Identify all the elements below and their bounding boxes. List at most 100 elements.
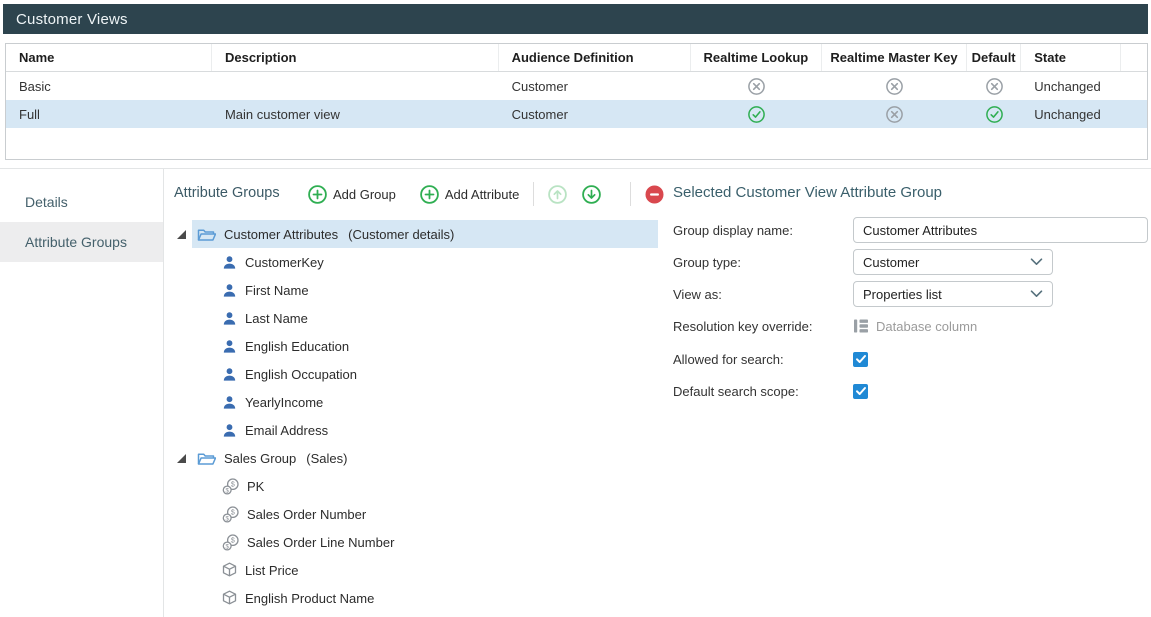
tree-group-sales-group[interactable]: Sales Group (Sales) [163, 444, 662, 472]
tree-item-label: List Price [245, 563, 298, 578]
tree-item-attribute[interactable]: PK [163, 472, 662, 500]
tree-expander-icon[interactable] [177, 454, 186, 463]
coins-icon [222, 478, 239, 495]
x-circle-icon [748, 78, 765, 95]
form-row-view-as: View as: Properties list [673, 281, 1053, 307]
tree-item-attribute[interactable]: First Name [163, 276, 662, 304]
resolution-key-override-value: Database column [876, 319, 977, 334]
tab-label: Details [25, 194, 68, 210]
tree-item-label: PK [247, 479, 264, 494]
plus-circle-icon [420, 185, 439, 204]
tree-group-label: Customer Attributes [224, 227, 338, 242]
column-header-filler [1121, 44, 1147, 71]
column-header-default[interactable]: Default [967, 44, 1021, 71]
check-circle-icon [986, 106, 1003, 123]
horizontal-divider [0, 168, 1151, 169]
x-circle-icon [886, 106, 903, 123]
tree-item-attribute[interactable]: Sales Order Number [163, 500, 662, 528]
x-circle-icon [886, 78, 903, 95]
tree-item-label: Last Name [245, 311, 308, 326]
column-header-realtime-lookup[interactable]: Realtime Lookup [691, 44, 822, 71]
tree-group-customer-attributes[interactable]: Customer Attributes (Customer details) [163, 220, 662, 248]
tree-group-suffix: (Customer details) [348, 227, 454, 242]
tree-item-label: English Product Name [245, 591, 374, 606]
tree-item-label: English Occupation [245, 367, 357, 382]
tree-item-label: Email Address [245, 423, 328, 438]
checkmark-icon [855, 353, 867, 365]
add-attribute-label: Add Attribute [445, 187, 519, 202]
tree-item-attribute[interactable]: Email Address [163, 416, 662, 444]
person-icon [222, 339, 237, 354]
cell-audience-definition: Customer [499, 72, 691, 100]
tree-group-suffix: (Sales) [306, 451, 347, 466]
cell-description: Main customer view [212, 100, 499, 128]
column-header-state[interactable]: State [1021, 44, 1121, 71]
view-as-dropdown[interactable]: Properties list [853, 281, 1053, 307]
allowed-for-search-checkbox[interactable] [853, 352, 868, 367]
table-row-basic[interactable]: Basic Customer Unchanged [6, 72, 1147, 100]
cell-state: Unchanged [1021, 100, 1121, 128]
group-type-dropdown[interactable]: Customer [853, 249, 1053, 275]
person-icon [222, 255, 237, 270]
tree-item-attribute[interactable]: CustomerKey [163, 248, 662, 276]
form-row-default-search-scope: Default search scope: [673, 378, 868, 404]
database-column-icon [853, 318, 869, 334]
column-header-realtime-master-key[interactable]: Realtime Master Key [822, 44, 967, 71]
tree-group-label: Sales Group [224, 451, 296, 466]
group-display-name-input[interactable] [853, 217, 1148, 243]
add-group-button[interactable]: Add Group [308, 185, 396, 204]
tree-item-attribute[interactable]: English Education [163, 332, 662, 360]
field-label: Allowed for search: [673, 352, 853, 367]
table-header-row: Name Description Audience Definition Rea… [6, 44, 1147, 72]
person-icon [222, 423, 237, 438]
minus-circle-icon [645, 185, 664, 204]
add-group-label: Add Group [333, 187, 396, 202]
x-circle-icon [986, 78, 1003, 95]
move-down-button[interactable] [582, 185, 601, 204]
default-search-scope-checkbox[interactable] [853, 384, 868, 399]
cell-description [212, 72, 499, 100]
column-header-audience-definition[interactable]: Audience Definition [499, 44, 691, 71]
tree-item-attribute[interactable]: English Occupation [163, 360, 662, 388]
person-icon [222, 311, 237, 326]
resolution-key-override-picker[interactable]: Database column [853, 318, 977, 334]
checkmark-icon [855, 385, 867, 397]
field-label: Group display name: [673, 223, 853, 238]
coins-icon [222, 506, 239, 523]
arrow-down-circle-icon [582, 185, 601, 204]
move-up-button[interactable] [548, 185, 567, 204]
page-title: Customer Views [16, 11, 128, 28]
cell-name: Basic [6, 72, 212, 100]
window-title-bar: Customer Views [3, 4, 1148, 34]
column-header-description[interactable]: Description [212, 44, 499, 71]
remove-button[interactable] [645, 185, 664, 204]
tab-label: Attribute Groups [25, 234, 127, 250]
column-header-name[interactable]: Name [6, 44, 212, 71]
person-icon [222, 395, 237, 410]
arrow-up-circle-icon [548, 185, 567, 204]
add-attribute-button[interactable]: Add Attribute [420, 185, 519, 204]
cube-icon [222, 562, 237, 578]
cell-state: Unchanged [1021, 72, 1121, 100]
form-row-resolution-key-override: Resolution key override: Database column [673, 313, 977, 339]
field-label: Group type: [673, 255, 853, 270]
folder-open-icon [197, 227, 216, 242]
tree-item-attribute[interactable]: Last Name [163, 304, 662, 332]
form-row-group-display-name: Group display name: [673, 217, 1148, 243]
tab-attribute-groups[interactable]: Attribute Groups [0, 222, 163, 262]
tree-item-attribute[interactable]: Sales Order Line Number [163, 528, 662, 556]
toolbar-separator [533, 182, 534, 206]
selected-value: Properties list [863, 287, 942, 302]
check-circle-icon [748, 106, 765, 123]
tab-details[interactable]: Details [0, 182, 163, 222]
form-row-allowed-for-search: Allowed for search: [673, 346, 868, 372]
tree-expander-icon[interactable] [177, 230, 186, 239]
tree-item-attribute[interactable]: English Product Name [163, 584, 662, 612]
table-row-full[interactable]: Full Main customer view Customer Unchang… [6, 100, 1147, 128]
form-row-group-type: Group type: Customer [673, 249, 1053, 275]
cell-audience-definition: Customer [499, 100, 691, 128]
cell-name: Full [6, 100, 212, 128]
person-icon [222, 283, 237, 298]
tree-item-attribute[interactable]: YearlyIncome [163, 388, 662, 416]
tree-item-attribute[interactable]: List Price [163, 556, 662, 584]
